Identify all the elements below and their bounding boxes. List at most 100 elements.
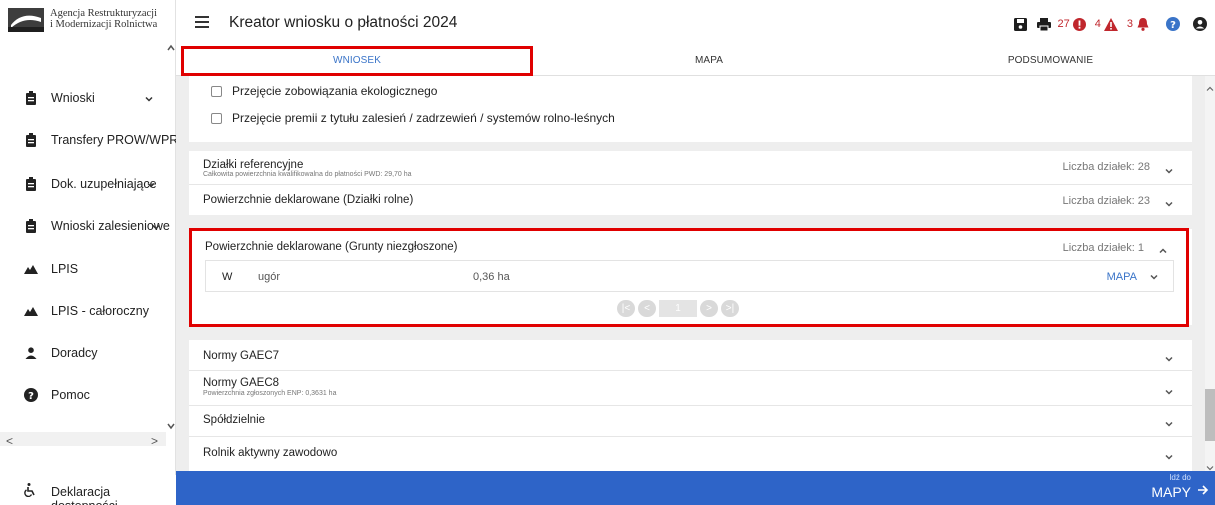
sidebar-horizontal-scrollbar[interactable]: < > [0,432,166,448]
sidebar-item-transfery[interactable]: Transfery PROW/WPR [0,127,178,153]
accessibility-declaration-label: Deklaracja dostępności [51,485,118,505]
save-icon[interactable] [1013,17,1027,31]
prev-page-icon[interactable]: < [638,300,656,317]
clipboard-icon [24,91,38,105]
panel-rolnik-aktywny[interactable]: Rolnik aktywny zawodowo [189,437,1192,471]
arimr-logo[interactable]: Agencja Restrukturyzacji i Modernizacji … [8,8,157,48]
accessibility-declaration-link[interactable]: Deklaracja dostępności [0,475,176,505]
panel-title: Rolnik aktywny zawodowo [203,447,338,459]
checkbox-label: Przejęcie premii z tytułu zalesień / zad… [232,111,615,125]
panel-subtitle: Powierzchnia zgłoszonych ENP: 0,3631 ha [203,390,337,397]
error-exclamation-icon[interactable] [1072,17,1086,31]
notifications-count: 3 [1126,18,1133,30]
header-toolbar: 27 4 3 ? [1013,14,1215,34]
warnings-count: 4 [1094,18,1101,30]
checkbox-row[interactable]: Przejęcie zobowiązania ekologicznego [211,84,437,98]
person-icon [24,346,38,360]
panel-dzialki-referencyjne[interactable]: Działki referencyjne Całkowita powierzch… [189,151,1192,181]
svg-text:?: ? [1170,20,1176,31]
wizard-tabs: WNIOSEK MAPA PODSUMOWANIE [176,46,1215,76]
panel-count: Liczba działek: 23 [1062,195,1150,207]
panel-group-lower: Normy GAEC7 Normy GAEC8 Powierzchnia zgł… [189,340,1192,471]
page-number: 1 [659,300,697,317]
bell-icon[interactable] [1137,17,1149,31]
sidebar-item-doradcy[interactable]: Doradcy [0,340,168,366]
logo-line1: Agencja Restrukturyzacji [50,8,157,19]
svg-text:?: ? [28,391,34,402]
goto-label-small: Idź do [1169,473,1191,482]
scroll-up-icon[interactable] [1206,80,1214,98]
logo-line2: i Modernizacji Rolnictwa [50,19,158,30]
help-icon[interactable]: ? [1166,17,1180,31]
first-page-icon[interactable]: |< [617,300,635,317]
tab-podsumowanie[interactable]: PODSUMOWANIE [886,46,1215,76]
checkbox[interactable] [211,85,222,97]
scroll-right-icon[interactable]: > [151,434,158,448]
wheelchair-icon [24,483,36,500]
errors-count: 27 [1057,18,1070,30]
sidebar-item-label: Dok. uzupełniające [51,177,157,191]
grunty-list-row[interactable]: W ugór 0,36 ha MAPA [205,260,1174,292]
sidebar-item-label: LPIS - całoroczny [51,304,149,318]
map-link[interactable]: MAPA [1107,271,1137,283]
question-circle-icon: ? [24,388,38,402]
chevron-down-icon [144,93,154,103]
print-icon[interactable] [1036,17,1051,31]
mountain-icon [24,262,38,276]
page-title: Kreator wniosku o płatności 2024 [229,14,458,31]
sidebar-item-wnioski[interactable]: Wnioski [0,85,168,111]
sidebar-item-dok-uzupelniajace[interactable]: Dok. uzupełniające [0,171,168,197]
sidebar-scroll-up-icon[interactable] [166,40,176,51]
sidebar-item-label: Doradcy [51,346,98,360]
panel-spoldzielnie[interactable]: Spółdzielnie [189,406,1192,436]
scroll-left-icon[interactable]: < [6,434,13,448]
scrollbar-thumb[interactable] [1205,389,1215,441]
clipboard-icon [24,133,38,147]
next-page-icon[interactable]: > [700,300,718,317]
row-code: W [222,271,233,283]
bottom-action-bar: Idź do MAPY [176,471,1215,505]
sidebar-scroll-down-icon[interactable] [166,418,176,430]
goto-map-button[interactable]: Idź do MAPY [1125,471,1215,505]
chevron-up-icon[interactable] [1158,243,1168,254]
main-content: Przejęcie zobowiązania ekologicznego Prz… [176,76,1215,471]
goto-label-big: MAPY [1151,484,1191,500]
clipboard-icon [24,219,38,233]
arimr-logo-icon [8,8,44,32]
panel-title: Powierzchnie deklarowane (Działki rolne) [203,194,414,206]
chevron-down-icon [1164,416,1174,427]
panel-dzialki-rolne[interactable]: Powierzchnie deklarowane (Działki rolne)… [189,185,1192,215]
sidebar: Agencja Restrukturyzacji i Modernizacji … [0,0,178,505]
sidebar-item-lpis-caloroczny[interactable]: LPIS - całoroczny [0,298,168,324]
checkbox-row[interactable]: Przejęcie premii z tytułu zalesień / zad… [211,111,615,125]
chevron-down-icon [146,179,156,189]
warning-triangle-icon[interactable] [1103,17,1118,31]
panel-title: Działki referencyjne [203,159,304,171]
tab-wniosek[interactable]: WNIOSEK [181,46,533,76]
panel-group-dzialki: Działki referencyjne Całkowita powierzch… [189,151,1192,215]
last-page-icon[interactable]: >| [721,300,739,317]
chevron-down-icon [1164,449,1174,460]
panel-gaec7[interactable]: Normy GAEC7 [189,340,1192,370]
row-type: ugór [258,271,281,283]
panel-title: Normy GAEC7 [203,350,280,362]
sidebar-item-pomoc[interactable]: ? Pomoc [0,382,168,408]
tab-mapa[interactable]: MAPA [536,46,882,76]
sidebar-item-lpis[interactable]: LPIS [0,256,168,282]
hamburger-menu-icon[interactable] [195,16,209,28]
main-vertical-scrollbar[interactable] [1205,76,1215,471]
chevron-down-icon[interactable] [1149,272,1159,285]
checkbox[interactable] [211,112,222,124]
arrow-right-icon [1197,483,1209,499]
sidebar-item-label: LPIS [51,262,79,276]
clipboard-icon [24,177,38,191]
user-account-icon[interactable] [1193,17,1207,31]
panel-title[interactable]: Powierzchnie deklarowane (Grunty niezgło… [205,241,458,253]
sidebar-item-wnioski-zalesieniowe[interactable]: Wnioski zalesieniowe [0,213,170,239]
top-header: Kreator wniosku o płatności 2024 27 4 3 … [176,0,1215,46]
panel-gaec8[interactable]: Normy GAEC8 Powierzchnia zgłoszonych ENP… [189,371,1192,405]
checkbox-label: Przejęcie zobowiązania ekologicznego [232,84,438,98]
pagination: |< < 1 > >| [617,300,739,317]
chevron-down-icon [1164,384,1174,395]
mountain-icon [24,304,38,318]
